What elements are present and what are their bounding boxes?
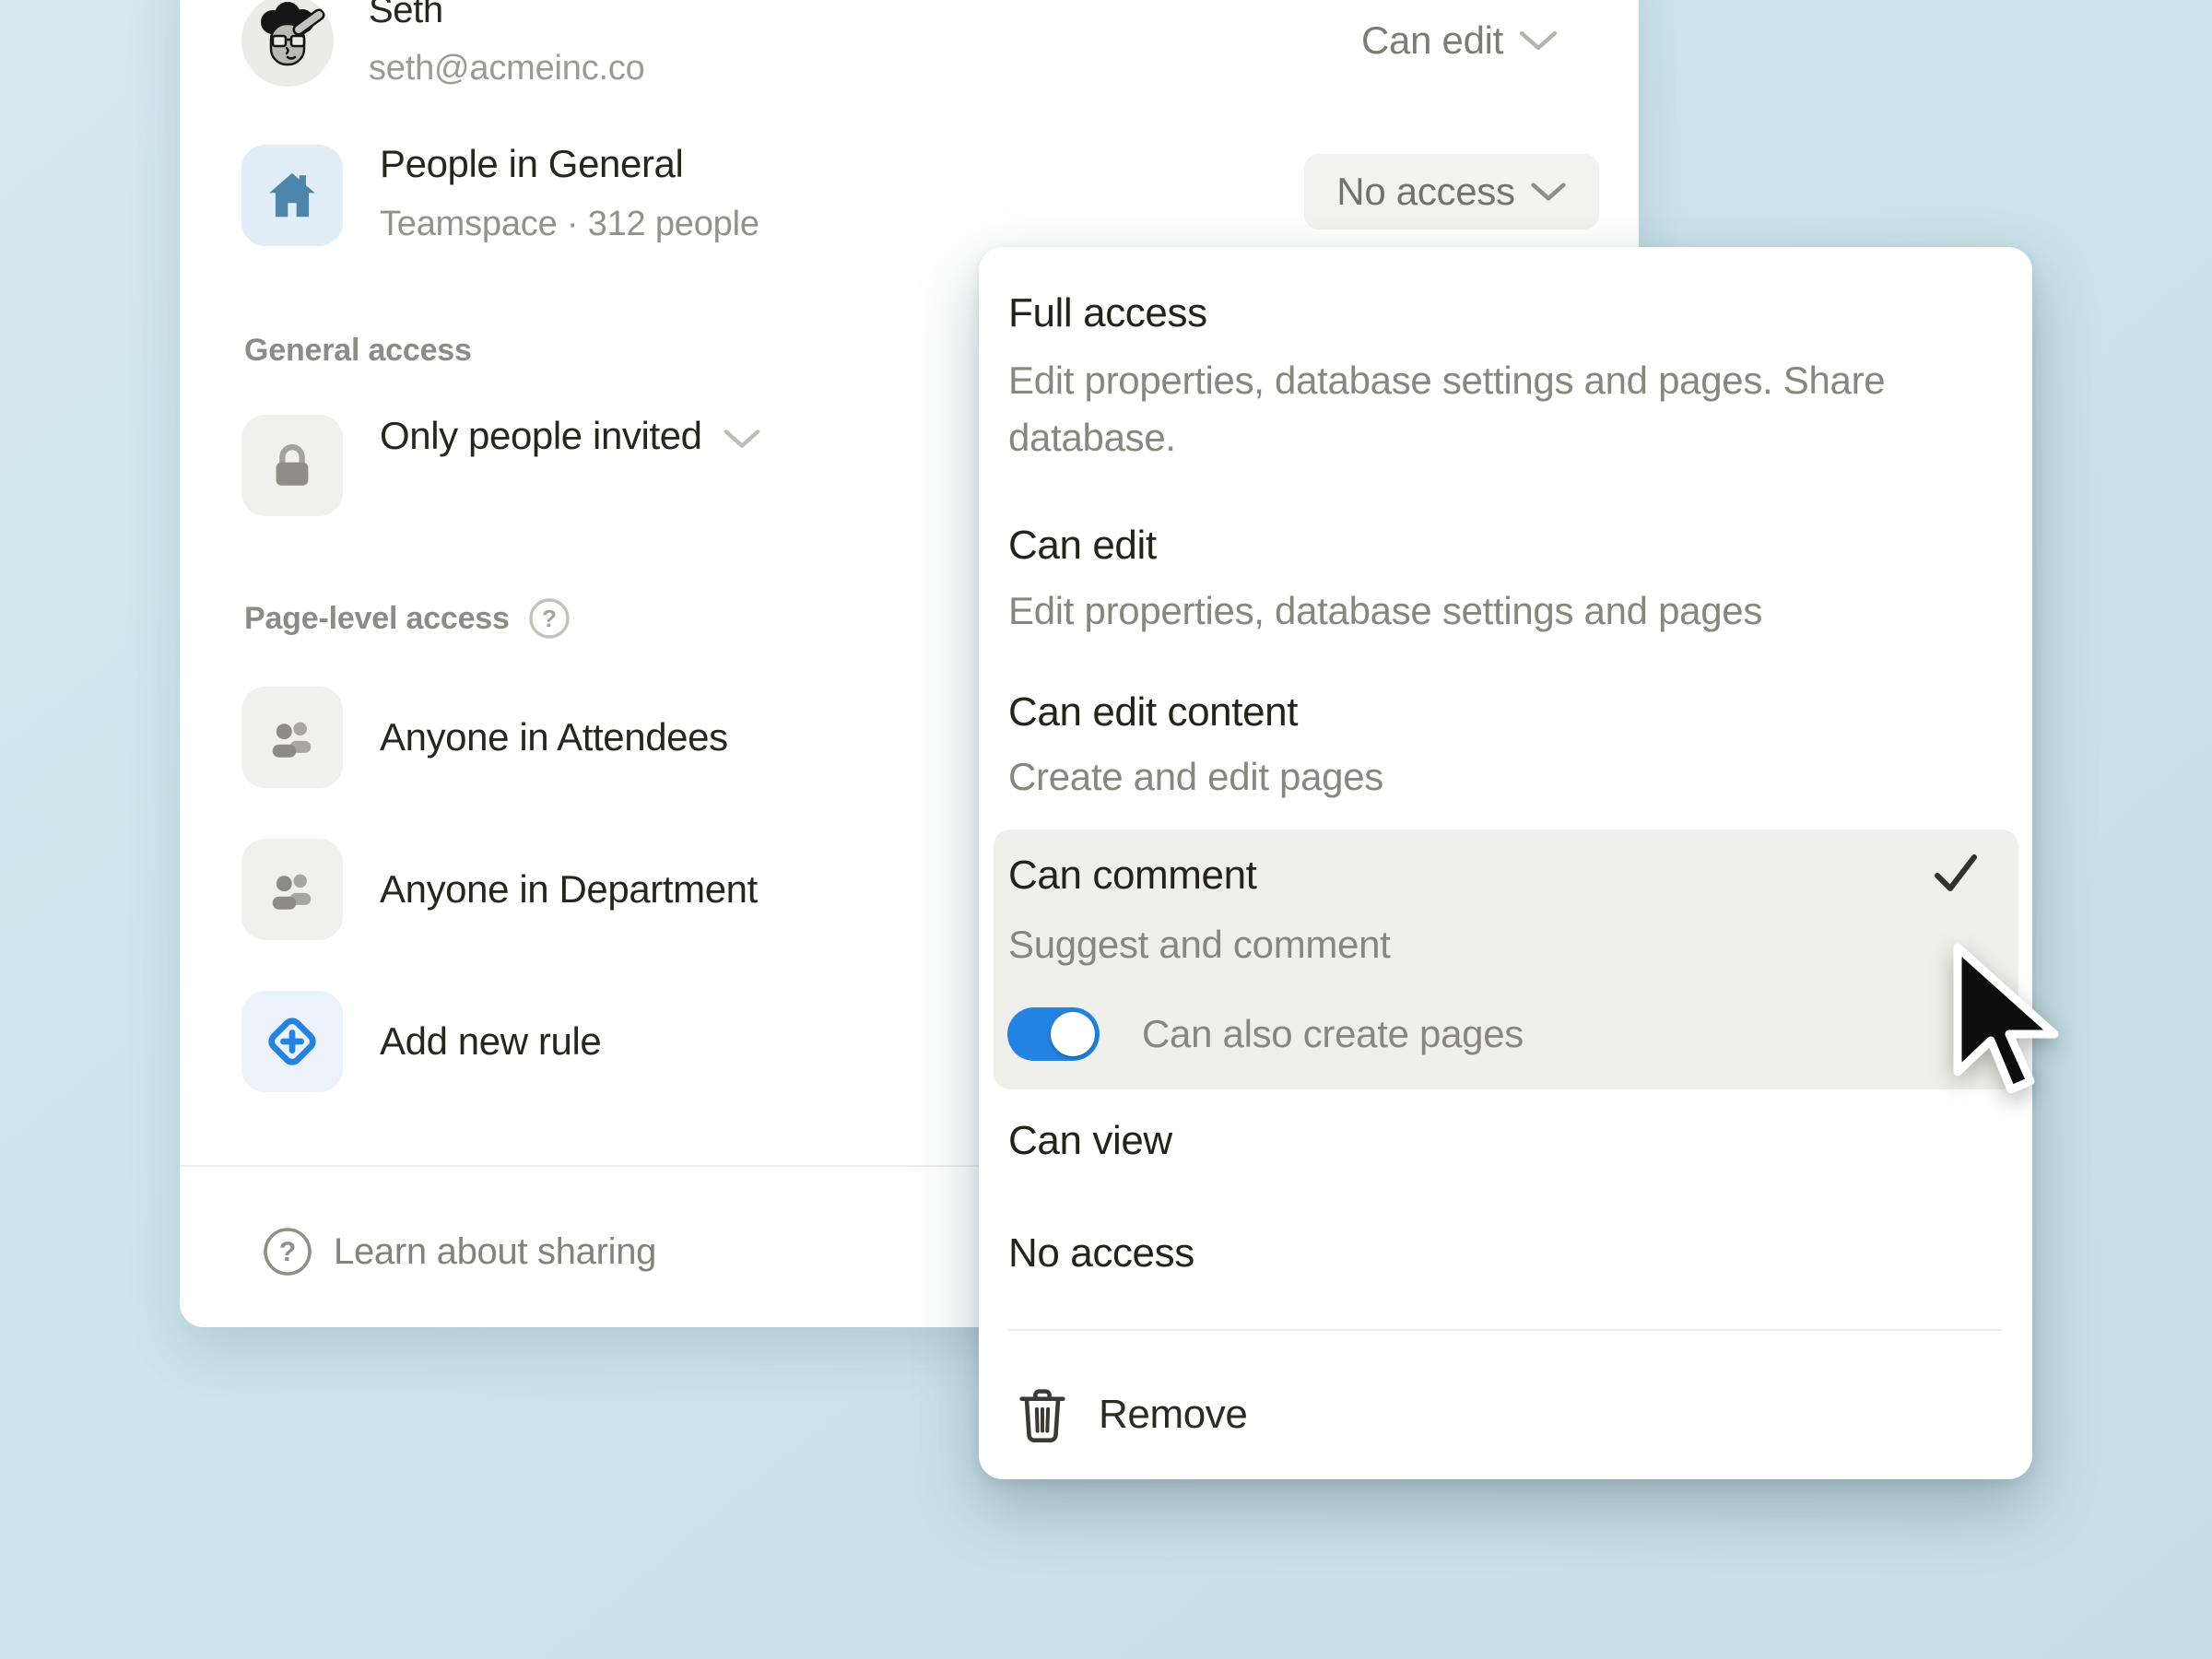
question-circle-icon[interactable]: ? [528, 597, 571, 640]
add-new-rule-button[interactable]: Add new rule [241, 991, 1071, 1092]
learn-about-sharing-label: Learn about sharing [334, 1231, 656, 1273]
general-access-value: Only people invited [380, 411, 702, 461]
teamspace-meta: Teamspace · 312 people [380, 203, 759, 245]
menu-item-description: Suggest and comment [1008, 916, 1391, 973]
checkmark-icon [1928, 846, 1983, 901]
rule-row-department[interactable]: Anyone in Department [241, 839, 1071, 940]
lock-tile [241, 415, 343, 516]
remove-label: Remove [1099, 1392, 1247, 1438]
member-email: seth@acmeinc.co [369, 46, 645, 90]
menu-item-description: Create and edit pages [1008, 748, 1383, 806]
svg-text:?: ? [279, 1237, 296, 1267]
people-tile [241, 687, 343, 788]
people-icon [265, 711, 319, 764]
lock-icon [265, 439, 319, 492]
mouse-cursor [1952, 942, 2067, 1100]
rule-label: Anyone in Department [380, 865, 758, 914]
diamond-plus-icon [263, 1012, 322, 1071]
menu-item-can-edit-content[interactable]: Can edit content [1008, 687, 1298, 738]
permission-menu: Full access Edit properties, database se… [979, 247, 2032, 1479]
member-permission-dropdown[interactable]: Can edit [1361, 16, 1559, 65]
menu-item-can-view[interactable]: Can view [1008, 1115, 1172, 1167]
teamspace-name: People in General [380, 139, 683, 189]
menu-item-no-access[interactable]: No access [1008, 1228, 1194, 1279]
general-access-selector[interactable]: Only people invited [380, 385, 761, 487]
trash-icon [1014, 1384, 1071, 1445]
learn-about-sharing-link[interactable]: ? Learn about sharing [262, 1226, 656, 1277]
add-rule-label: Add new rule [380, 1017, 601, 1066]
home-icon [264, 167, 321, 224]
page-level-access-header-row: Page-level access ? [244, 597, 571, 640]
menu-item-description: Edit properties, database settings and p… [1008, 352, 2008, 466]
svg-text:?: ? [542, 605, 557, 632]
question-circle-icon: ? [262, 1226, 313, 1277]
menu-item-description: Edit properties, database settings and p… [1008, 582, 1762, 640]
member-permission-label: Can edit [1361, 18, 1503, 63]
chevron-down-icon [723, 427, 761, 451]
teamspace-permission-dropdown[interactable]: No access [1304, 154, 1599, 229]
avatar [241, 0, 334, 87]
people-tile [241, 839, 343, 940]
menu-item-can-edit[interactable]: Can edit [1008, 520, 1157, 571]
rule-label: Anyone in Attendees [380, 712, 728, 762]
people-icon [265, 863, 319, 916]
rule-row-attendees[interactable]: Anyone in Attendees [241, 687, 1071, 788]
page-background: { "share_panel": { "member": { "name": "… [0, 0, 2212, 1659]
toggle-knob [1051, 1012, 1095, 1056]
member-name: Seth [369, 0, 443, 33]
create-pages-toggle-row: Can also create pages [1007, 1007, 1524, 1061]
menu-item-can-comment[interactable]: Can comment [1008, 850, 1256, 901]
teamspace-permission-label: No access [1336, 170, 1514, 214]
chevron-down-icon [1530, 181, 1567, 203]
chevron-down-icon [1518, 29, 1559, 53]
add-rule-tile [241, 991, 343, 1092]
general-access-header: General access [244, 332, 472, 369]
menu-item-full-access[interactable]: Full access [1008, 288, 1207, 339]
page-level-access-header: Page-level access [244, 600, 510, 637]
remove-button[interactable]: Remove [1014, 1384, 1247, 1445]
teamspace-tile [241, 145, 343, 246]
create-pages-toggle-label: Can also create pages [1142, 1007, 1524, 1061]
menu-divider [1008, 1329, 2002, 1331]
create-pages-toggle[interactable] [1007, 1007, 1100, 1061]
